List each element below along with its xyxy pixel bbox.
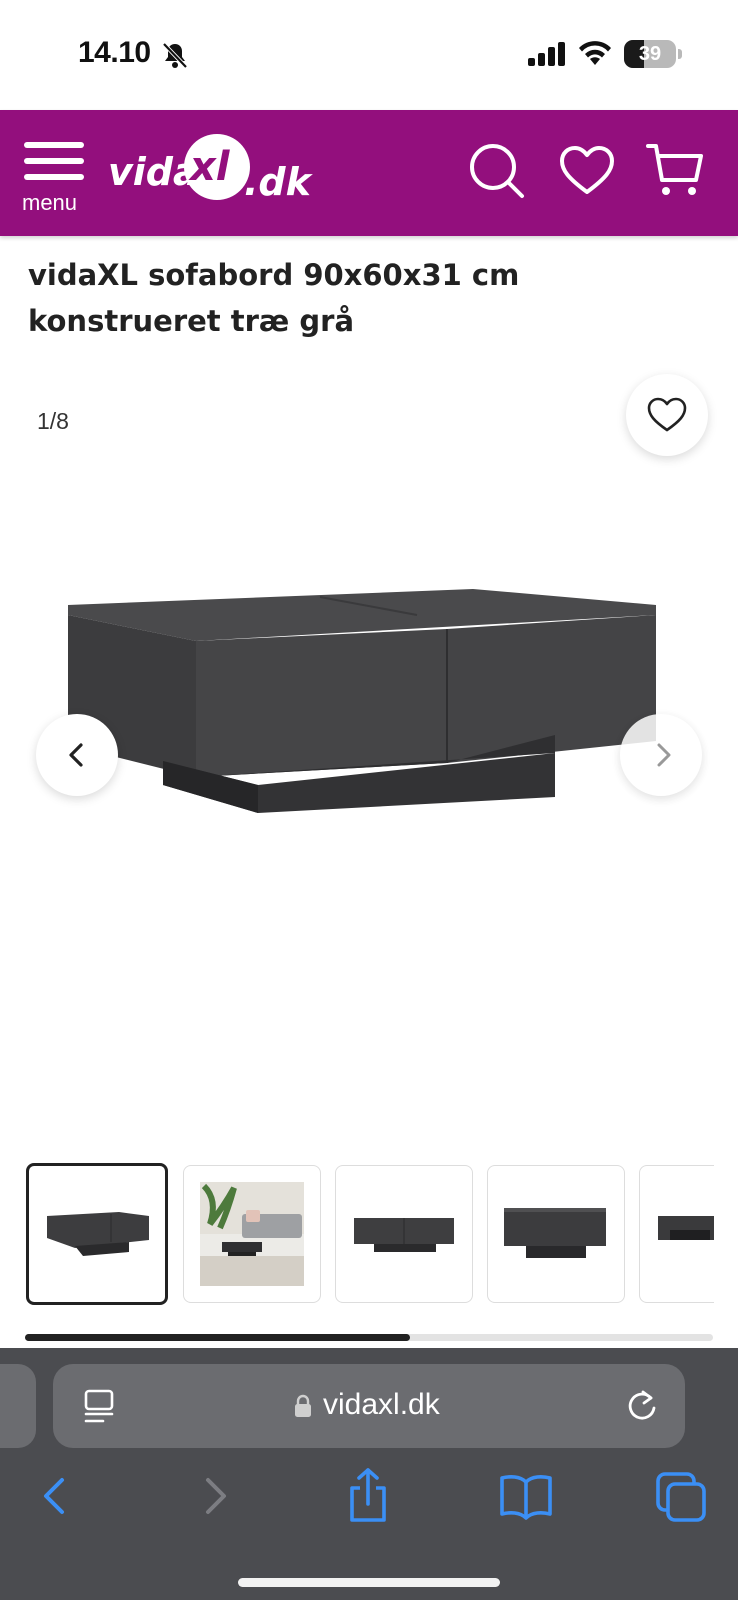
search-icon[interactable] [466, 140, 528, 202]
image-counter: 1/8 [37, 408, 69, 434]
address-bar[interactable]: vidaxl.dk [53, 1364, 685, 1448]
menu-icon [24, 142, 84, 148]
previous-image-button[interactable] [36, 714, 118, 796]
product-title-line2: konstrueret træ grå [28, 304, 355, 338]
battery-indicator: 39 [624, 40, 676, 68]
back-icon[interactable] [26, 1466, 86, 1526]
lock-icon [295, 1394, 311, 1417]
battery-tip [678, 49, 682, 59]
menu-label: menu [22, 190, 78, 215]
logo-text-dk: .dk [244, 160, 311, 204]
product-title: vidaXL sofabord 90x60x31 cm konstrueret … [28, 252, 708, 344]
menu-icon-bar [24, 158, 84, 164]
thumbnail-strip[interactable] [26, 1163, 714, 1307]
tabs-icon[interactable] [652, 1466, 712, 1526]
thumbnail-1[interactable] [26, 1163, 168, 1305]
bookmarks-icon[interactable] [496, 1466, 556, 1526]
heart-outline-icon [647, 397, 687, 432]
chevron-left-icon [69, 743, 83, 767]
cellular-signal-icon [528, 42, 565, 66]
share-icon[interactable] [338, 1466, 398, 1526]
site-header: menu vida xl .dk [0, 110, 738, 236]
thumbnail-image [354, 1218, 454, 1252]
cart-icon[interactable] [644, 140, 706, 202]
logo-text-xl: xl [190, 144, 230, 190]
logo-circle: xl [184, 134, 250, 200]
status-bar: 14.10 39 [0, 0, 738, 110]
wifi-icon [579, 41, 611, 65]
thumbnail-image [200, 1182, 304, 1286]
product-title-line1: vidaXL sofabord 90x60x31 cm [28, 258, 520, 292]
thumbnail-5[interactable] [639, 1165, 714, 1303]
browser-toolbar: vidaxl.dk [0, 1348, 738, 1600]
bell-muted-icon [162, 42, 188, 69]
chevron-right-icon [657, 743, 671, 767]
status-time: 14.10 [78, 36, 151, 69]
thumbnail-scrollbar[interactable] [25, 1334, 713, 1341]
menu-icon-bar [24, 174, 84, 180]
battery-percent: 39 [638, 43, 662, 65]
add-to-wishlist-button[interactable] [626, 374, 708, 456]
thumbnail-image [658, 1216, 714, 1240]
next-image-button[interactable] [620, 714, 702, 796]
heart-icon[interactable] [556, 140, 618, 202]
thumbnail-scrollbar-thumb[interactable] [25, 1334, 411, 1341]
thumbnail-4[interactable] [487, 1165, 625, 1303]
previous-tab-peek[interactable] [0, 1364, 36, 1448]
reload-icon[interactable] [625, 1386, 659, 1424]
thumbnail-3[interactable] [335, 1165, 473, 1303]
forward-icon[interactable] [184, 1466, 244, 1526]
home-indicator[interactable] [238, 1578, 500, 1587]
product-image[interactable] [60, 585, 680, 840]
menu-button[interactable]: menu [22, 140, 92, 220]
page-menu-icon[interactable] [83, 1388, 115, 1424]
thumbnail-image [504, 1208, 606, 1258]
thumbnail-2[interactable] [183, 1165, 321, 1303]
url-text: vidaxl.dk [323, 1388, 440, 1421]
thumbnail-image [47, 1212, 149, 1256]
